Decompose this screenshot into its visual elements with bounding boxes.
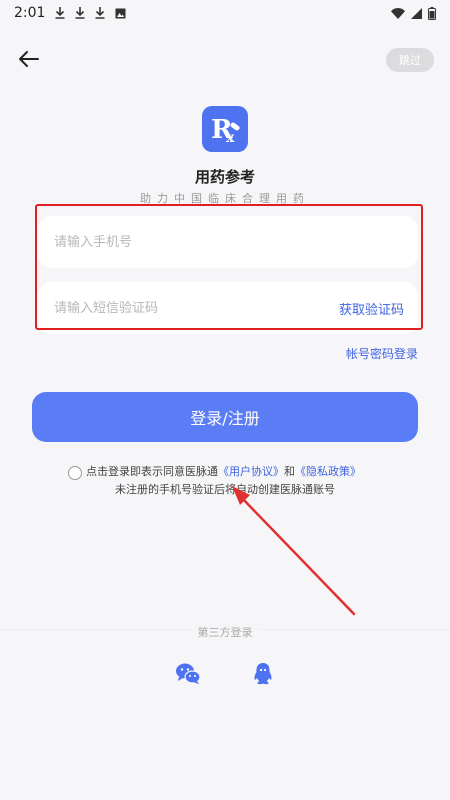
login-register-button[interactable]: 登录/注册 xyxy=(32,392,418,442)
app-subtitle: 助力中国临床合理用药 xyxy=(140,192,310,205)
agreement-checkbox[interactable] xyxy=(68,466,82,480)
back-button[interactable] xyxy=(16,46,42,72)
app-title: 用药参考 xyxy=(194,168,255,186)
app-logo: R x xyxy=(202,106,248,152)
user-agreement-link[interactable]: 《用户协议》 xyxy=(218,465,284,478)
svg-text:x: x xyxy=(226,130,235,146)
code-input-row: 获取验证码 xyxy=(38,282,418,334)
status-right xyxy=(391,6,436,20)
agreement-and: 和 xyxy=(284,465,295,478)
login-screen: 2:01 跳过 R x 用药参考 助力中国临床合理用药 请输入手机号 请输入短信… xyxy=(0,0,450,800)
photo-icon xyxy=(115,8,126,19)
signal-icon xyxy=(411,7,422,19)
phone-input[interactable] xyxy=(52,233,404,251)
sms-code-input[interactable] xyxy=(52,299,339,317)
wifi-icon xyxy=(391,7,405,19)
download-icon xyxy=(95,7,105,19)
privacy-policy-link[interactable]: 《隐私政策》 xyxy=(295,465,361,478)
status-left: 2:01 xyxy=(14,5,126,21)
agreement-prefix: 点击登录即表示同意医脉通 xyxy=(86,465,218,478)
agreement-note: 未注册的手机号验证后将自动创建医脉通账号 xyxy=(115,483,335,496)
download-icon xyxy=(55,7,65,19)
password-login-link[interactable]: 帐号密码登录 xyxy=(346,345,418,362)
download-icon xyxy=(75,7,85,19)
third-party-label-text: 第三方登录 xyxy=(191,626,259,639)
phone-input-row xyxy=(38,216,418,268)
qq-icon xyxy=(254,663,272,685)
arrow-left-icon xyxy=(19,51,39,67)
status-bar: 2:01 xyxy=(0,0,450,26)
wechat-login-button[interactable] xyxy=(174,660,202,688)
rx-icon: R x xyxy=(211,115,240,146)
get-code-button[interactable]: 获取验证码 xyxy=(339,299,404,318)
status-time: 2:01 xyxy=(14,5,46,21)
wechat-icon xyxy=(176,663,201,684)
qq-login-button[interactable] xyxy=(249,660,277,688)
skip-button[interactable]: 跳过 xyxy=(386,48,434,72)
third-party-label: 第三方登录 xyxy=(0,624,450,640)
agreement-text: 点击登录即表示同意医脉通《用户协议》和《隐私政策》 xyxy=(86,463,361,479)
battery-icon xyxy=(428,6,436,20)
